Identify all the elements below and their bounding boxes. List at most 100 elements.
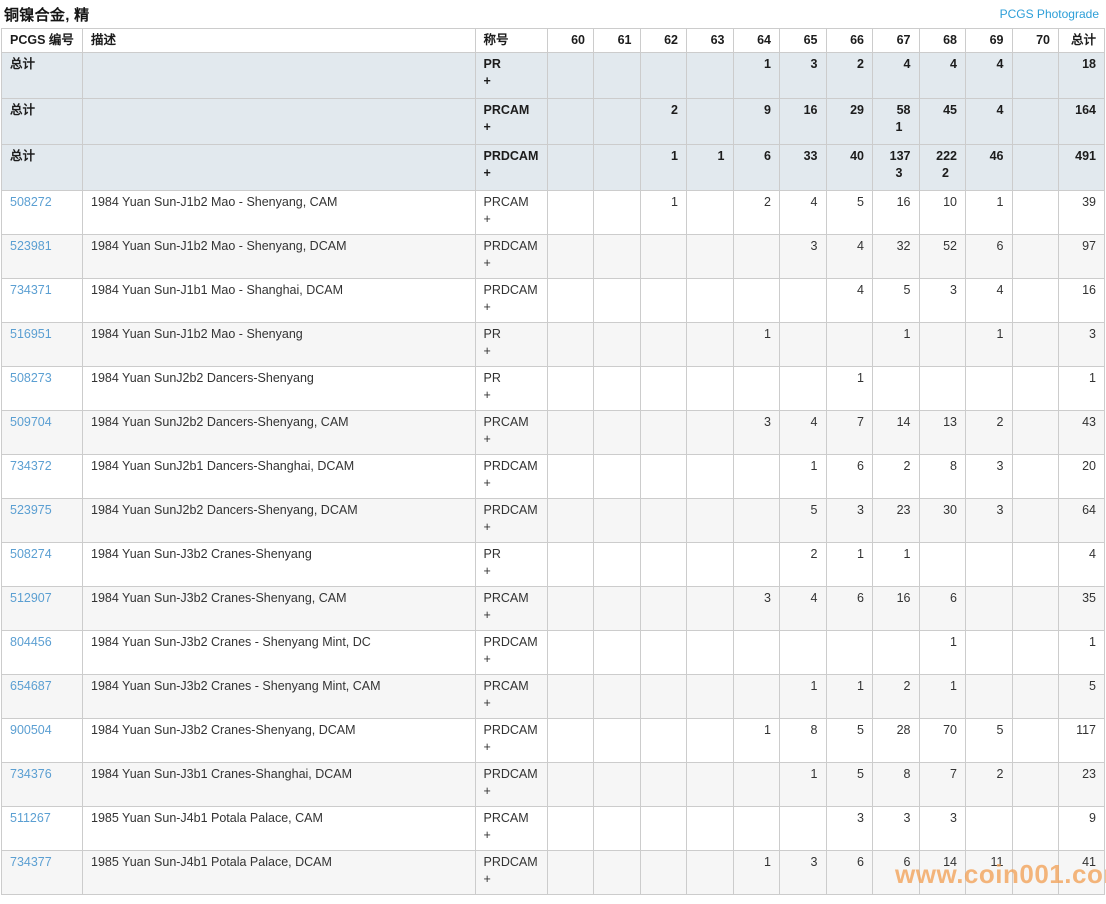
page-title: 铜镍合金, 精: [4, 4, 89, 25]
row-total: 3: [1059, 323, 1105, 367]
pcgs-number-link[interactable]: 734371: [10, 283, 52, 297]
grade-68-count: 2222: [919, 145, 966, 191]
pcgs-number-link[interactable]: 734372: [10, 459, 52, 473]
table-row: 5239751984 Yuan SunJ2b2 Dancers-Shenyang…: [2, 499, 1105, 543]
grade-64-count: [733, 279, 780, 323]
grade-63-count: [687, 323, 734, 367]
grade-66-count: 2: [826, 53, 873, 99]
pcgs-photograde-link[interactable]: PCGS Photograde: [1000, 7, 1099, 21]
designation-cell: PRDCAM+: [475, 631, 547, 675]
pcgs-number-link[interactable]: 734376: [10, 767, 52, 781]
grade-61-count: [594, 587, 641, 631]
pcgs-number-link[interactable]: 523975: [10, 503, 52, 517]
grade-70-count: [1012, 675, 1059, 719]
col-header-grade-66: 66: [826, 29, 873, 53]
pcgs-number-cell: 511267: [2, 807, 83, 851]
grade-68-count: 7: [919, 763, 966, 807]
coin-description: 1984 Yuan Sun-J3b1 Cranes-Shanghai, DCAM: [83, 763, 476, 807]
pcgs-number-link[interactable]: 508274: [10, 547, 52, 561]
grade-70-count: [1012, 543, 1059, 587]
grade-62-count: [640, 631, 687, 675]
pcgs-number-link[interactable]: 900504: [10, 723, 52, 737]
table-header-row: PCGS 编号 描述 称号 60 61 62 63 64 65 66 67 68…: [2, 29, 1105, 53]
grade-68-count: 1: [919, 631, 966, 675]
grade-65-count: [780, 367, 827, 411]
grade-61-count: [594, 279, 641, 323]
pcgs-number-link[interactable]: 654687: [10, 679, 52, 693]
grade-69-count: 6: [966, 235, 1013, 279]
table-row: 654687 1984 Yuan Sun-J3b2 Cranes - Shenya…: [2, 675, 1105, 719]
grade-64-count: [733, 543, 780, 587]
pcgs-number-link[interactable]: 804456: [10, 635, 52, 649]
row-total: 16: [1059, 279, 1105, 323]
pcgs-number-link[interactable]: 511267: [10, 811, 51, 825]
grade-64-count: 1: [733, 851, 780, 895]
grade-64-count: [733, 631, 780, 675]
grade-67-count: 23: [873, 499, 920, 543]
pcgs-number-cell: 509704: [2, 411, 83, 455]
grade-66-count: 5: [826, 763, 873, 807]
grade-61-count: [594, 851, 641, 895]
grade-60-count: [547, 851, 594, 895]
grade-65-count: 4: [780, 587, 827, 631]
table-row: 8044561984 Yuan Sun-J3b2 Cranes - Shenya…: [2, 631, 1105, 675]
grade-64-count: [733, 499, 780, 543]
coin-description: 1984 Yuan SunJ2b2 Dancers-Shenyang: [83, 367, 476, 411]
grade-60-count: [547, 587, 594, 631]
grade-68-count: 13: [919, 411, 966, 455]
table-row: 734376 1984 Yuan Sun-J3b1 Cranes-Shanghai…: [2, 763, 1105, 807]
table-row: 5169511984 Yuan Sun-J1b2 Mao - ShenyangP…: [2, 323, 1105, 367]
pcgs-number-link[interactable]: 512907: [10, 591, 52, 605]
row-total: 41: [1059, 851, 1105, 895]
grade-67-count: 14: [873, 411, 920, 455]
grade-60-count: [547, 455, 594, 499]
grade-65-count: [780, 807, 827, 851]
table-row: 5129071984 Yuan Sun-J3b2 Cranes-Shenyang…: [2, 587, 1105, 631]
grade-66-count: 6: [826, 851, 873, 895]
grade-63-count: [687, 191, 734, 235]
grade-60-count: [547, 543, 594, 587]
grade-64-count: 3: [733, 411, 780, 455]
coin-description: 1984 Yuan Sun-J3b2 Cranes - Shenyang Min…: [83, 675, 476, 719]
designation-cell: PRCAM+: [475, 807, 547, 851]
col-header-designation: 称号: [475, 29, 547, 53]
grade-69-count: 46: [966, 145, 1013, 191]
col-header-pcgs-number: PCGS 编号: [2, 29, 83, 53]
designation-cell: PR+: [475, 323, 547, 367]
grade-64-count: [733, 455, 780, 499]
row-total: 9: [1059, 807, 1105, 851]
grade-70-count: [1012, 455, 1059, 499]
grade-65-count: 1: [780, 763, 827, 807]
coin-description: [83, 99, 476, 145]
grade-70-count: [1012, 719, 1059, 763]
totals-label-cell: 总计: [2, 99, 83, 145]
grade-68-count: 14: [919, 851, 966, 895]
table-row: 5097041984 Yuan SunJ2b2 Dancers-Shenyang…: [2, 411, 1105, 455]
grade-63-count: 1: [687, 145, 734, 191]
coin-description: 1984 Yuan SunJ2b1 Dancers-Shanghai, DCAM: [83, 455, 476, 499]
pcgs-number-link[interactable]: 509704: [10, 415, 52, 429]
pcgs-number-link[interactable]: 516951: [10, 327, 52, 341]
grade-68-count: [919, 543, 966, 587]
grade-67-count: 1: [873, 543, 920, 587]
row-total: 23: [1059, 763, 1105, 807]
grade-61-count: [594, 455, 641, 499]
table-row: 5082741984 Yuan Sun-J3b2 Cranes-Shenyang…: [2, 543, 1105, 587]
pcgs-number-link[interactable]: 508272: [10, 195, 52, 209]
grade-60-count: [547, 323, 594, 367]
pcgs-number-cell: 734371: [2, 279, 83, 323]
grade-60-count: [547, 279, 594, 323]
grade-60-count: [547, 191, 594, 235]
grade-62-count: 1: [640, 145, 687, 191]
pcgs-number-link[interactable]: 523981: [10, 239, 52, 253]
designation-cell: PR+: [475, 543, 547, 587]
grade-61-count: [594, 99, 641, 145]
row-total: 64: [1059, 499, 1105, 543]
grade-67-count: [873, 367, 920, 411]
grade-69-count: 4: [966, 279, 1013, 323]
grade-69-count: 4: [966, 53, 1013, 99]
grade-63-count: [687, 851, 734, 895]
pcgs-number-link[interactable]: 734377: [10, 855, 52, 869]
pcgs-number-link[interactable]: 508273: [10, 371, 52, 385]
grade-62-count: 1: [640, 191, 687, 235]
